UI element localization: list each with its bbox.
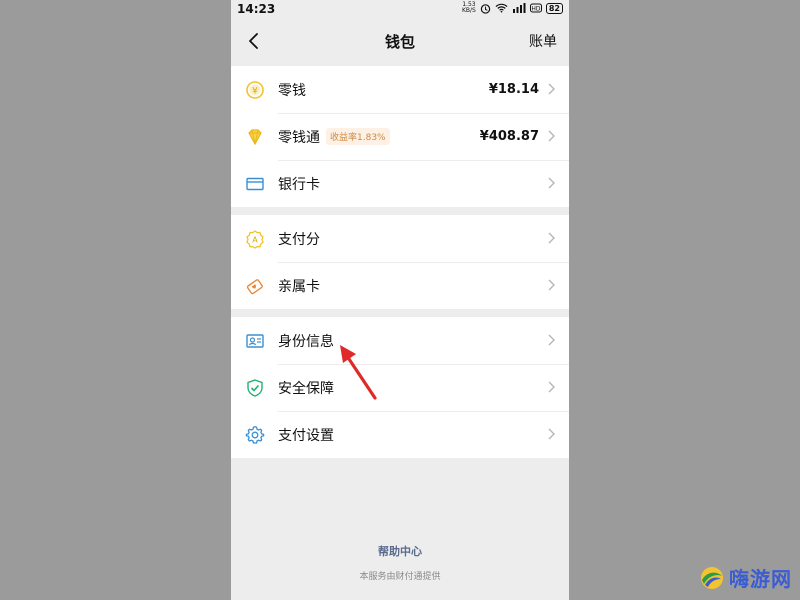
watermark-text: 嗨游网	[729, 567, 792, 591]
watermark: 嗨游网	[699, 563, 792, 592]
id-card-icon	[245, 331, 265, 351]
list-item-label: 身份信息	[278, 333, 334, 350]
family-card-icon	[245, 276, 265, 296]
chevron-right-icon	[548, 334, 555, 346]
wifi-icon	[495, 3, 508, 13]
list-item-security[interactable]: 安全保障	[231, 364, 569, 411]
chevron-right-icon	[548, 83, 555, 95]
help-center-link[interactable]: 帮助中心	[231, 543, 569, 559]
list-item-label: 亲属卡	[278, 278, 320, 295]
list-item-pay-score[interactable]: A 支付分	[231, 215, 569, 262]
wallet-group-balance: ¥ 零钱 ¥18.14 零钱通 收益率1.83% ¥408.87 银行卡	[231, 66, 569, 207]
list-item-identity-info[interactable]: 身份信息	[231, 317, 569, 364]
chevron-right-icon	[548, 232, 555, 244]
status-icons: 1.53 KB/S HD 82	[462, 2, 563, 14]
status-time: 14:23	[237, 2, 276, 16]
card-icon	[245, 174, 265, 194]
nav-bar: 钱包 账单	[231, 18, 569, 66]
bill-link[interactable]: 账单	[529, 31, 557, 51]
chevron-right-icon	[548, 381, 555, 393]
list-item-bank-card[interactable]: 银行卡	[231, 160, 569, 207]
section-divider	[231, 309, 569, 317]
section-divider	[231, 207, 569, 215]
list-item-label: 安全保障	[278, 380, 334, 397]
change-balance: ¥18.14	[488, 82, 539, 97]
signal-icon	[512, 3, 526, 13]
phone-screen: 14:23 1.53 KB/S HD 82 钱包 账单 ¥ 零钱 ¥18.14	[231, 0, 569, 600]
change-plus-balance: ¥408.87	[479, 129, 539, 144]
gear-icon	[245, 425, 265, 445]
list-item-label: 零钱通	[278, 129, 320, 146]
footer: 帮助中心 本服务由财付通提供	[231, 543, 569, 582]
site-logo-icon	[701, 566, 723, 589]
svg-text:¥: ¥	[252, 86, 258, 96]
chevron-right-icon	[548, 428, 555, 440]
chevron-right-icon	[548, 279, 555, 291]
status-bar: 14:23 1.53 KB/S HD 82	[231, 0, 569, 18]
diamond-icon	[245, 127, 265, 147]
chevron-right-icon	[548, 130, 555, 142]
list-item-label: 支付设置	[278, 427, 334, 444]
alarm-icon	[480, 3, 491, 14]
svg-text:HD: HD	[531, 6, 541, 13]
badge-score-icon: A	[245, 229, 265, 249]
list-item-label: 支付分	[278, 231, 320, 248]
yield-rate-badge: 收益率1.83%	[326, 128, 390, 145]
hd-icon: HD	[529, 3, 542, 13]
list-item-change[interactable]: ¥ 零钱 ¥18.14	[231, 66, 569, 113]
wallet-group-credit: A 支付分 亲属卡	[231, 215, 569, 309]
page-title: 钱包	[384, 33, 415, 51]
list-item-label: 零钱	[278, 82, 306, 99]
battery-indicator: 82	[545, 2, 563, 14]
service-provider-note: 本服务由财付通提供	[359, 572, 441, 582]
coin-icon: ¥	[245, 80, 265, 100]
shield-icon	[245, 378, 265, 398]
list-item-change-plus[interactable]: 零钱通 收益率1.83% ¥408.87	[231, 113, 569, 160]
network-speed: 1.53 KB/S	[461, 1, 476, 14]
svg-text:A: A	[252, 235, 258, 244]
list-item-label: 银行卡	[278, 176, 320, 193]
wallet-group-settings: 身份信息 安全保障 支付设置	[231, 317, 569, 458]
list-item-pay-settings[interactable]: 支付设置	[231, 411, 569, 458]
chevron-right-icon	[548, 177, 555, 189]
annotation-arrow-icon	[340, 345, 377, 400]
list-item-family-card[interactable]: 亲属卡	[231, 262, 569, 309]
